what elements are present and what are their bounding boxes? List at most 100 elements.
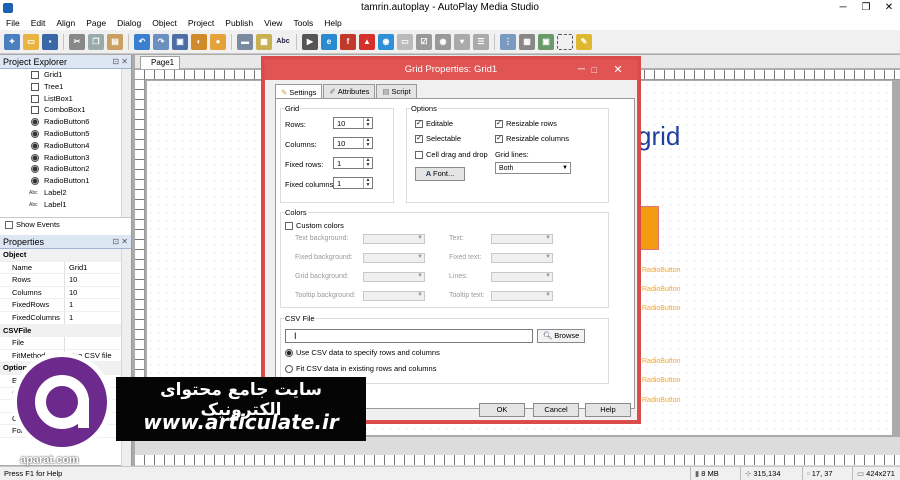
tree-item-label1[interactable]: Abc Label1: [0, 199, 131, 211]
prop-row[interactable]: Columns 10: [0, 286, 131, 300]
properties-scrollbar[interactable]: [121, 249, 131, 475]
prop-value[interactable]: 10: [65, 287, 77, 299]
tree-item-listbox1[interactable]: ListBox1: [0, 93, 131, 105]
help-button[interactable]: Help: [585, 403, 631, 417]
tab-attributes[interactable]: ✐ Attributes: [323, 84, 376, 98]
text-color-select[interactable]: ▼: [491, 234, 553, 244]
tooltip-text-select[interactable]: ▼: [491, 291, 553, 301]
restore-button[interactable]: ❐: [855, 0, 877, 16]
radio-label[interactable]: RadioButton: [642, 358, 681, 365]
cancel-button[interactable]: Cancel: [533, 403, 579, 417]
menu-project[interactable]: Project: [188, 18, 214, 28]
flash-object-icon[interactable]: f: [340, 33, 356, 50]
cell-drag-drop-checkbox[interactable]: Cell drag and drop: [415, 150, 488, 159]
tree-item-radiobutton3[interactable]: RadioButton3: [0, 152, 131, 164]
web-object-icon[interactable]: e: [321, 33, 337, 50]
columns-value[interactable]: 10: [337, 139, 345, 148]
dialog-maximize-button[interactable]: □: [592, 60, 597, 80]
radio-object-icon[interactable]: ◉: [435, 33, 451, 50]
prop-row[interactable]: Rows 10: [0, 274, 131, 287]
wand-icon[interactable]: ✦: [4, 33, 20, 50]
menu-view[interactable]: View: [264, 18, 282, 28]
prop-value[interactable]: 10: [65, 274, 77, 286]
tab-settings[interactable]: ✎ Settings: [275, 84, 323, 99]
tree-scrollbar[interactable]: [121, 69, 131, 217]
tree-object-icon[interactable]: ⋮: [500, 33, 516, 50]
grid-object-icon[interactable]: ▦: [519, 33, 535, 50]
prop-row[interactable]: FixedColumns 1: [0, 311, 131, 325]
slideshow-object-icon[interactable]: ▣: [538, 33, 554, 50]
editable-checkbox[interactable]: ✓ Editable: [415, 119, 453, 128]
selection-icon[interactable]: [557, 33, 573, 50]
tab-page1[interactable]: Page1: [140, 56, 180, 69]
fit-csv-radio[interactable]: Fit CSV data in existing rows and column…: [285, 364, 436, 373]
prop-row[interactable]: Name Grid1: [0, 261, 131, 275]
use-csv-radio[interactable]: Use CSV data to specify rows and columns: [285, 348, 440, 357]
orange-object[interactable]: [637, 206, 659, 250]
fixed-rows-value[interactable]: 1: [337, 159, 341, 168]
dialog-minimize-button[interactable]: ─: [578, 60, 585, 80]
menu-object[interactable]: Object: [152, 18, 177, 28]
page-heading[interactable]: grid: [637, 121, 680, 152]
flash-icon[interactable]: ●: [210, 33, 226, 50]
dialog-close-button[interactable]: ✕: [599, 60, 637, 80]
tree-item-combobox1[interactable]: ComboBox1: [0, 104, 131, 116]
radio-label[interactable]: RadioButton: [642, 305, 681, 312]
image-object-icon[interactable]: ▦: [256, 33, 272, 50]
tree-item-tree1[interactable]: Tree1: [0, 81, 131, 93]
pane-pin-close-icons[interactable]: ⊡ ✕: [112, 55, 128, 69]
pencil-icon[interactable]: ✎: [576, 33, 592, 50]
spin-arrows-icon[interactable]: ▲ ▼: [363, 138, 372, 148]
prop-value[interactable]: Grid1: [65, 262, 87, 274]
tree-item-radiobutton4[interactable]: RadioButton4: [0, 140, 131, 152]
media-icon[interactable]: ▣: [172, 33, 188, 50]
spin-arrows-icon[interactable]: ▲ ▼: [363, 118, 372, 128]
resizable-columns-checkbox[interactable]: ✓ Resizable columns: [495, 134, 569, 143]
spin-arrows-icon[interactable]: ▲ ▼: [363, 158, 372, 168]
menu-help[interactable]: Help: [324, 18, 341, 28]
video-object-icon[interactable]: ▶: [302, 33, 318, 50]
radio-label[interactable]: RadioButton: [642, 397, 681, 404]
project-tree[interactable]: Grid1 Tree1 ListBox1 ComboBox1 RadioButt…: [0, 69, 131, 217]
menu-dialog[interactable]: Dialog: [117, 18, 141, 28]
text-background-select[interactable]: ▼: [363, 234, 425, 244]
custom-colors-checkbox[interactable]: Custom colors: [285, 221, 344, 230]
fixed-text-select[interactable]: ▼: [491, 253, 553, 263]
menu-align[interactable]: Align: [56, 18, 75, 28]
menu-page[interactable]: Page: [86, 18, 106, 28]
fixed-columns-stepper[interactable]: 1 ▲ ▼: [333, 177, 373, 189]
radio-label[interactable]: RadioButton: [642, 286, 681, 293]
save-icon[interactable]: ▪: [42, 33, 58, 50]
rows-value[interactable]: 10: [337, 119, 345, 128]
rows-stepper[interactable]: 10 ▲ ▼: [333, 117, 373, 129]
browser-object-icon[interactable]: ◉: [378, 33, 394, 50]
undo-icon[interactable]: ↶: [134, 33, 150, 50]
columns-stepper[interactable]: 10 ▲ ▼: [333, 137, 373, 149]
copy-icon[interactable]: ❐: [88, 33, 104, 50]
browse-button[interactable]: 🔍︎ Browse: [537, 329, 585, 343]
tooltip-background-select[interactable]: ▼: [363, 291, 425, 301]
menu-edit[interactable]: Edit: [31, 18, 46, 28]
resizable-rows-checkbox[interactable]: ✓ Resizable rows: [495, 119, 557, 128]
fixed-columns-value[interactable]: 1: [337, 179, 341, 188]
tree-item-radiobutton2[interactable]: RadioButton2: [0, 163, 131, 175]
radio-label[interactable]: RadioButton: [642, 377, 681, 384]
checkbox-object-icon[interactable]: ☑: [416, 33, 432, 50]
combobox-object-icon[interactable]: ▾: [454, 33, 470, 50]
csv-file-input[interactable]: I: [285, 329, 533, 343]
show-events-checkbox[interactable]: Show Events: [0, 217, 131, 231]
prop-category[interactable]: CSVFile: [0, 324, 131, 338]
tree-item-radiobutton1[interactable]: RadioButton1: [0, 175, 131, 187]
fixed-rows-stepper[interactable]: 1 ▲ ▼: [333, 157, 373, 169]
close-button[interactable]: ✕: [878, 0, 900, 16]
listbox-object-icon[interactable]: ☰: [473, 33, 489, 50]
grid-background-select[interactable]: ▼: [363, 272, 425, 282]
label-object-icon[interactable]: Abc: [275, 34, 291, 50]
menu-file[interactable]: File: [6, 18, 20, 28]
font-button[interactable]: A Font...: [415, 167, 465, 181]
input-object-icon[interactable]: ▭: [397, 33, 413, 50]
tree-item-label2[interactable]: Abc Label2: [0, 187, 131, 199]
prop-value[interactable]: 1: [65, 312, 73, 324]
prop-value[interactable]: 1: [65, 299, 73, 311]
grid-lines-select[interactable]: Both ▼: [495, 162, 571, 174]
